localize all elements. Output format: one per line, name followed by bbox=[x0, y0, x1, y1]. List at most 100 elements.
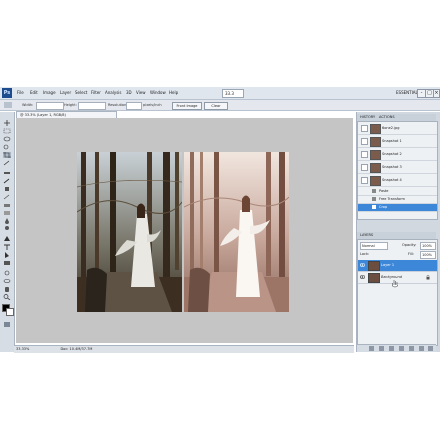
snapshot-thumbnail bbox=[370, 124, 381, 134]
menu-image[interactable]: Image bbox=[43, 90, 56, 95]
type-tool-icon[interactable] bbox=[3, 244, 11, 250]
menu-3d[interactable]: 3D bbox=[126, 90, 132, 95]
fill-input[interactable]: 100% bbox=[420, 251, 436, 259]
history-brush-source-checkbox[interactable] bbox=[361, 177, 368, 184]
trash-icon[interactable] bbox=[428, 346, 433, 351]
3d-orbit-tool-icon[interactable] bbox=[3, 278, 11, 284]
history-snapshot[interactable]: Snapshot 1 bbox=[358, 135, 437, 148]
resolution-input[interactable] bbox=[126, 102, 142, 110]
history-state[interactable]: Paste bbox=[358, 188, 437, 196]
eyedropper-tool-icon[interactable] bbox=[3, 160, 11, 166]
zoom-percent[interactable]: 33.33% bbox=[16, 347, 29, 351]
history-snapshot[interactable]: Snapshot 3 bbox=[358, 161, 437, 174]
zoom-tool-icon[interactable] bbox=[3, 294, 11, 300]
history-brush-tool-icon[interactable] bbox=[3, 194, 11, 200]
snapshot-label: Snapshot 1 bbox=[382, 139, 402, 143]
visibility-eye-icon[interactable] bbox=[360, 275, 365, 279]
lasso-tool-icon[interactable] bbox=[3, 136, 11, 142]
menu-window[interactable]: Window bbox=[150, 90, 166, 95]
menu-view[interactable]: View bbox=[136, 90, 146, 95]
move-tool-icon[interactable] bbox=[3, 120, 11, 126]
width-label: Width: bbox=[22, 103, 34, 107]
tools-panel bbox=[0, 112, 15, 352]
crop-tool-icon[interactable] bbox=[3, 152, 11, 158]
opacity-input[interactable]: 100% bbox=[420, 242, 436, 250]
history-state-selected[interactable]: Crop bbox=[358, 204, 437, 212]
crop-icon bbox=[372, 205, 376, 209]
pen-tool-icon[interactable] bbox=[3, 236, 11, 242]
shape-tool-icon[interactable] bbox=[3, 260, 11, 266]
path-selection-tool-icon[interactable] bbox=[3, 252, 11, 258]
clone-stamp-tool-icon[interactable] bbox=[3, 186, 11, 192]
gradient-tool-icon[interactable] bbox=[3, 210, 11, 216]
snapshot-thumbnail bbox=[370, 163, 381, 173]
layers-panel-footer bbox=[357, 344, 436, 352]
tab-history[interactable]: HISTORY bbox=[360, 115, 375, 119]
close-button[interactable]: × bbox=[433, 89, 440, 98]
history-panel-tabs: HISTORY ACTIONS bbox=[357, 114, 436, 121]
history-state-label: Paste bbox=[379, 189, 389, 193]
dodge-tool-icon[interactable] bbox=[3, 226, 11, 232]
crop-tool-icon[interactable] bbox=[4, 102, 12, 108]
menu-filter[interactable]: Filter bbox=[91, 90, 101, 95]
visibility-eye-icon[interactable] bbox=[360, 263, 365, 267]
history-snapshot[interactable]: Snapshot 2 bbox=[358, 148, 437, 161]
menu-analysis[interactable]: Analysis bbox=[105, 90, 121, 95]
height-input[interactable] bbox=[78, 102, 106, 110]
snapshot-label: 6one2.jpg bbox=[382, 126, 400, 130]
brush-tool-icon[interactable] bbox=[3, 178, 11, 184]
history-brush-source-checkbox[interactable] bbox=[361, 164, 368, 171]
menu-help[interactable]: Help bbox=[169, 90, 178, 95]
menu-select[interactable]: Select bbox=[75, 90, 87, 95]
status-bar: 33.33% Doc: 10.4M/37.7M bbox=[14, 345, 354, 353]
menu-file[interactable]: File bbox=[17, 90, 24, 95]
layer-name: Layer 1 bbox=[381, 263, 395, 267]
layer-thumbnail bbox=[368, 261, 380, 271]
history-state[interactable]: Free Transform bbox=[358, 196, 437, 204]
document-tab-title: @ 33.3% (Layer 1, RGB/8) bbox=[20, 113, 66, 117]
snapshot-label: Snapshot 3 bbox=[382, 165, 402, 169]
blur-tool-icon[interactable] bbox=[3, 218, 11, 224]
history-snapshot[interactable]: 6one2.jpg bbox=[358, 122, 437, 135]
quick-mask-icon[interactable] bbox=[4, 322, 10, 327]
layer-mask-icon[interactable] bbox=[389, 346, 394, 351]
width-input[interactable] bbox=[36, 102, 64, 110]
zoom-level-dropdown[interactable]: 33.3 bbox=[222, 89, 244, 98]
healing-brush-tool-icon[interactable] bbox=[3, 170, 11, 176]
history-state-label: Free Transform bbox=[379, 197, 405, 201]
opacity-label: Opacity: bbox=[402, 243, 417, 247]
layer-row-selected[interactable]: Layer 1 bbox=[358, 260, 437, 272]
layer-name: Background bbox=[381, 275, 402, 279]
hand-tool-icon[interactable] bbox=[3, 286, 11, 292]
marquee-tool-icon[interactable] bbox=[3, 128, 11, 134]
layer-style-icon[interactable] bbox=[379, 346, 384, 351]
options-bar: Width: Height: Resolution: pixels/inch F… bbox=[0, 100, 440, 111]
adjustment-layer-icon[interactable] bbox=[399, 346, 404, 351]
original-photo bbox=[77, 152, 182, 312]
menu-edit[interactable]: Edit bbox=[30, 90, 38, 95]
front-image-button[interactable]: Front Image bbox=[172, 102, 202, 110]
eraser-tool-icon[interactable] bbox=[3, 202, 11, 208]
new-layer-icon[interactable] bbox=[419, 346, 424, 351]
3d-rotate-tool-icon[interactable] bbox=[3, 270, 11, 276]
fill-label: Fill: bbox=[408, 252, 414, 256]
history-snapshot[interactable]: Snapshot 4 bbox=[358, 174, 437, 187]
quick-selection-tool-icon[interactable] bbox=[3, 144, 11, 150]
tab-actions[interactable]: ACTIONS bbox=[379, 115, 395, 119]
history-panel: 6one2.jpg Snapshot 1 Snapshot 2 Snapshot… bbox=[357, 121, 438, 220]
menu-layer[interactable]: Layer bbox=[60, 90, 71, 95]
history-brush-source-checkbox[interactable] bbox=[361, 138, 368, 145]
background-color-swatch[interactable] bbox=[6, 308, 14, 316]
history-brush-source-checkbox[interactable] bbox=[361, 151, 368, 158]
height-label: Height: bbox=[64, 103, 77, 107]
snapshot-thumbnail bbox=[370, 176, 381, 186]
history-brush-source-checkbox[interactable] bbox=[361, 125, 368, 132]
tab-layers[interactable]: LAYERS bbox=[360, 233, 373, 237]
blend-mode-select[interactable]: Normal bbox=[360, 242, 388, 250]
layers-panel: Normal Opacity: 100% Lock: Fill: 100% La… bbox=[357, 239, 438, 346]
clear-button[interactable]: Clear bbox=[204, 102, 228, 110]
resolution-unit-select[interactable]: pixels/inch bbox=[143, 103, 162, 107]
link-layers-icon[interactable] bbox=[369, 346, 374, 351]
new-group-icon[interactable] bbox=[409, 346, 414, 351]
layer-thumbnail bbox=[368, 273, 380, 283]
